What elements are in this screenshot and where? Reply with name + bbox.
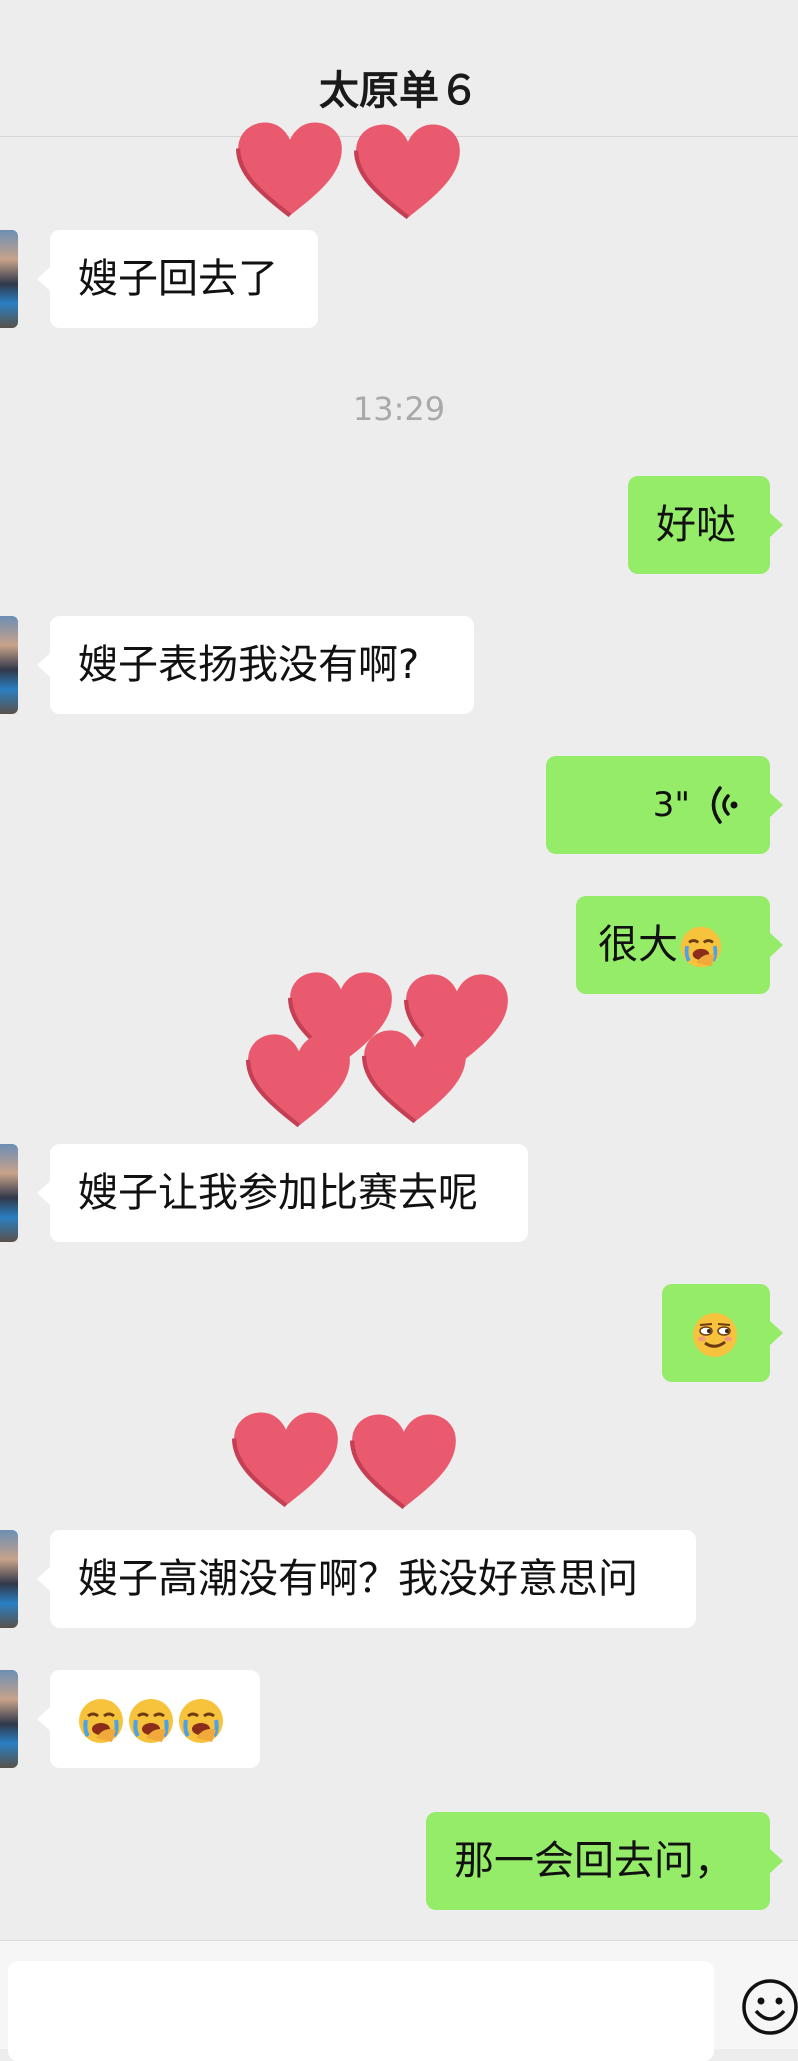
message-text: 嫂子回去了 [78,256,278,302]
heart-icon [236,120,344,218]
message-timestamp: 13:29 [352,390,446,428]
avatar[interactable] [0,616,18,714]
voice-duration: 3" [652,785,690,825]
avatar[interactable] [0,230,18,328]
voice-wave-icon [711,786,738,824]
message-text: 嫂子高潮没有啊？我没好意思问 [78,1556,638,1602]
voice-message-bubble[interactable]: 3" [546,756,783,854]
face-palm-cry-icon [126,1696,176,1746]
input-bar [0,1940,798,2061]
face-palm-cry-icon [176,1696,226,1746]
chat-title: 太原单６ [319,68,479,114]
message-bubble-outgoing[interactable] [662,1284,783,1382]
message-text: 很大 [598,922,678,968]
chat-header: 太原单６ [0,0,798,137]
message-text: 那一会回去问， [454,1838,734,1884]
heart-icon [354,122,462,220]
message-bubble-incoming[interactable]: 嫂子表扬我没有啊? [37,616,474,714]
message-bubble-outgoing[interactable]: 那一会回去问， [426,1812,783,1910]
face-palm-cry-icon [678,924,724,970]
heart-icon [350,1412,458,1510]
smiley-icon[interactable] [740,1977,798,2037]
message-bubble-outgoing[interactable]: 好哒 [628,476,783,574]
message-text: 嫂子让我参加比赛去呢 [78,1170,478,1216]
message-bubble-outgoing[interactable]: 很大 [576,896,783,994]
message-bubble-incoming[interactable] [37,1670,260,1768]
avatar[interactable] [0,1530,18,1628]
avatar[interactable] [0,1670,18,1768]
smirk-face-icon [690,1310,740,1360]
heart-icon [362,1028,468,1124]
heart-icon [232,1410,340,1508]
face-palm-cry-icon [76,1696,126,1746]
message-input[interactable] [8,1961,714,2061]
message-text: 嫂子表扬我没有啊? [78,642,420,688]
message-bubble-incoming[interactable]: 嫂子让我参加比赛去呢 [37,1144,528,1242]
avatar[interactable] [0,1144,18,1242]
message-bubble-incoming[interactable]: 嫂子回去了 [37,230,318,328]
message-text: 好哒 [656,502,736,548]
message-bubble-incoming[interactable]: 嫂子高潮没有啊？我没好意思问 [37,1530,696,1628]
heart-icon [246,1032,352,1128]
